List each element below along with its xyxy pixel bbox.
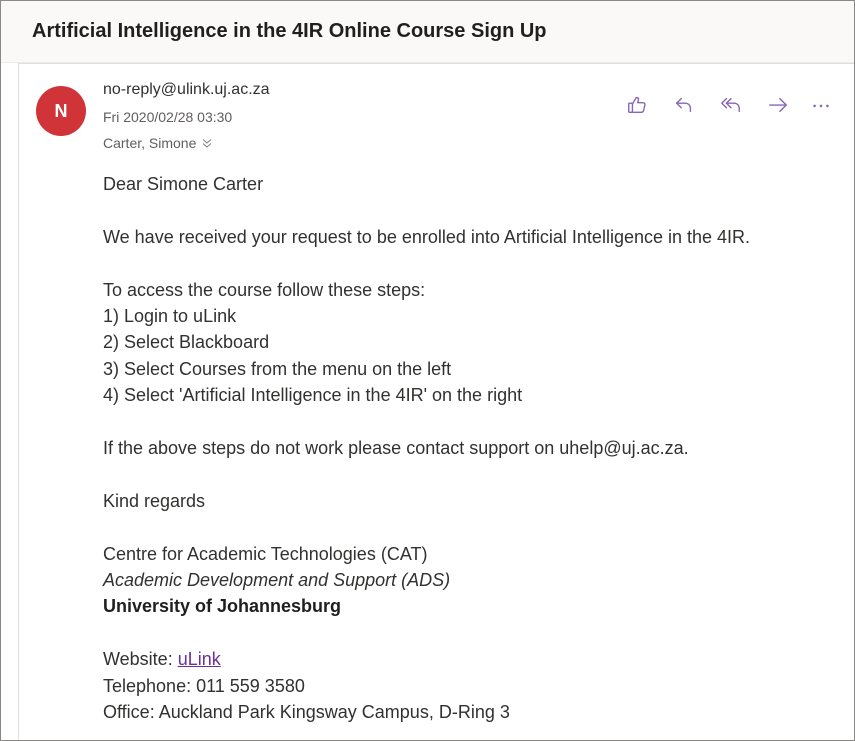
message-actions	[619, 92, 835, 118]
message-body: Dear Simone Carter We have received your…	[103, 171, 843, 725]
telephone-line: Telephone: 011 559 3580	[103, 675, 305, 696]
avatar-initial: N	[54, 100, 68, 121]
thumbs-up-icon	[628, 96, 646, 114]
intro-text: We have received your request to be enro…	[103, 226, 751, 247]
greeting: Dear Simone Carter	[103, 174, 264, 194]
message-card: N no-reply@ulink.uj.ac.za Fri 2020/02/28…	[18, 63, 854, 740]
website-link[interactable]: uLink	[178, 649, 221, 669]
forward-button[interactable]	[760, 92, 796, 118]
sender-avatar[interactable]: N	[36, 86, 86, 136]
signature-university: University of Johannesburg	[103, 596, 342, 617]
email-subject: Artificial Intelligence in the 4IR Onlin…	[32, 20, 547, 42]
like-button[interactable]	[619, 92, 655, 118]
chevron-double-down-icon[interactable]	[201, 137, 213, 149]
closing-text: Kind regards	[103, 490, 206, 511]
signature-department: Academic Development and Support (ADS)	[103, 570, 451, 591]
support-text: If the above steps do not work please co…	[103, 438, 689, 459]
recipient-line[interactable]: Carter, Simone	[103, 135, 213, 151]
message-date: Fri 2020/02/28 03:30	[103, 109, 233, 125]
step-item: 4) Select 'Artificial Intelligence in th…	[103, 385, 523, 406]
subject-bar: Artificial Intelligence in the 4IR Onlin…	[1, 1, 854, 63]
step-item: 2) Select Blackboard	[103, 332, 270, 353]
reply-all-icon	[721, 97, 740, 113]
sender-email[interactable]: no-reply@ulink.uj.ac.za	[103, 81, 270, 99]
forward-icon	[769, 97, 787, 113]
reply-icon	[675, 97, 692, 113]
website-line: Website: uLink	[103, 646, 843, 672]
more-actions-button[interactable]	[807, 92, 835, 118]
reply-button[interactable]	[666, 92, 702, 118]
reply-all-button[interactable]	[713, 92, 749, 118]
step-item: 1) Login to uLink	[103, 306, 237, 326]
more-icon	[813, 104, 829, 108]
steps-intro: To access the course follow these steps:	[103, 279, 426, 300]
step-item: 3) Select Courses from the menu on the l…	[103, 358, 452, 379]
website-label: Website:	[103, 649, 178, 670]
email-reading-pane: Artificial Intelligence in the 4IR Onlin…	[0, 0, 855, 741]
recipient-name: Carter, Simone	[103, 135, 197, 151]
signature-centre: Centre for Academic Technologies (CAT)	[103, 543, 428, 564]
office-line: Office: Auckland Park Kingsway Campus, D…	[103, 702, 510, 723]
